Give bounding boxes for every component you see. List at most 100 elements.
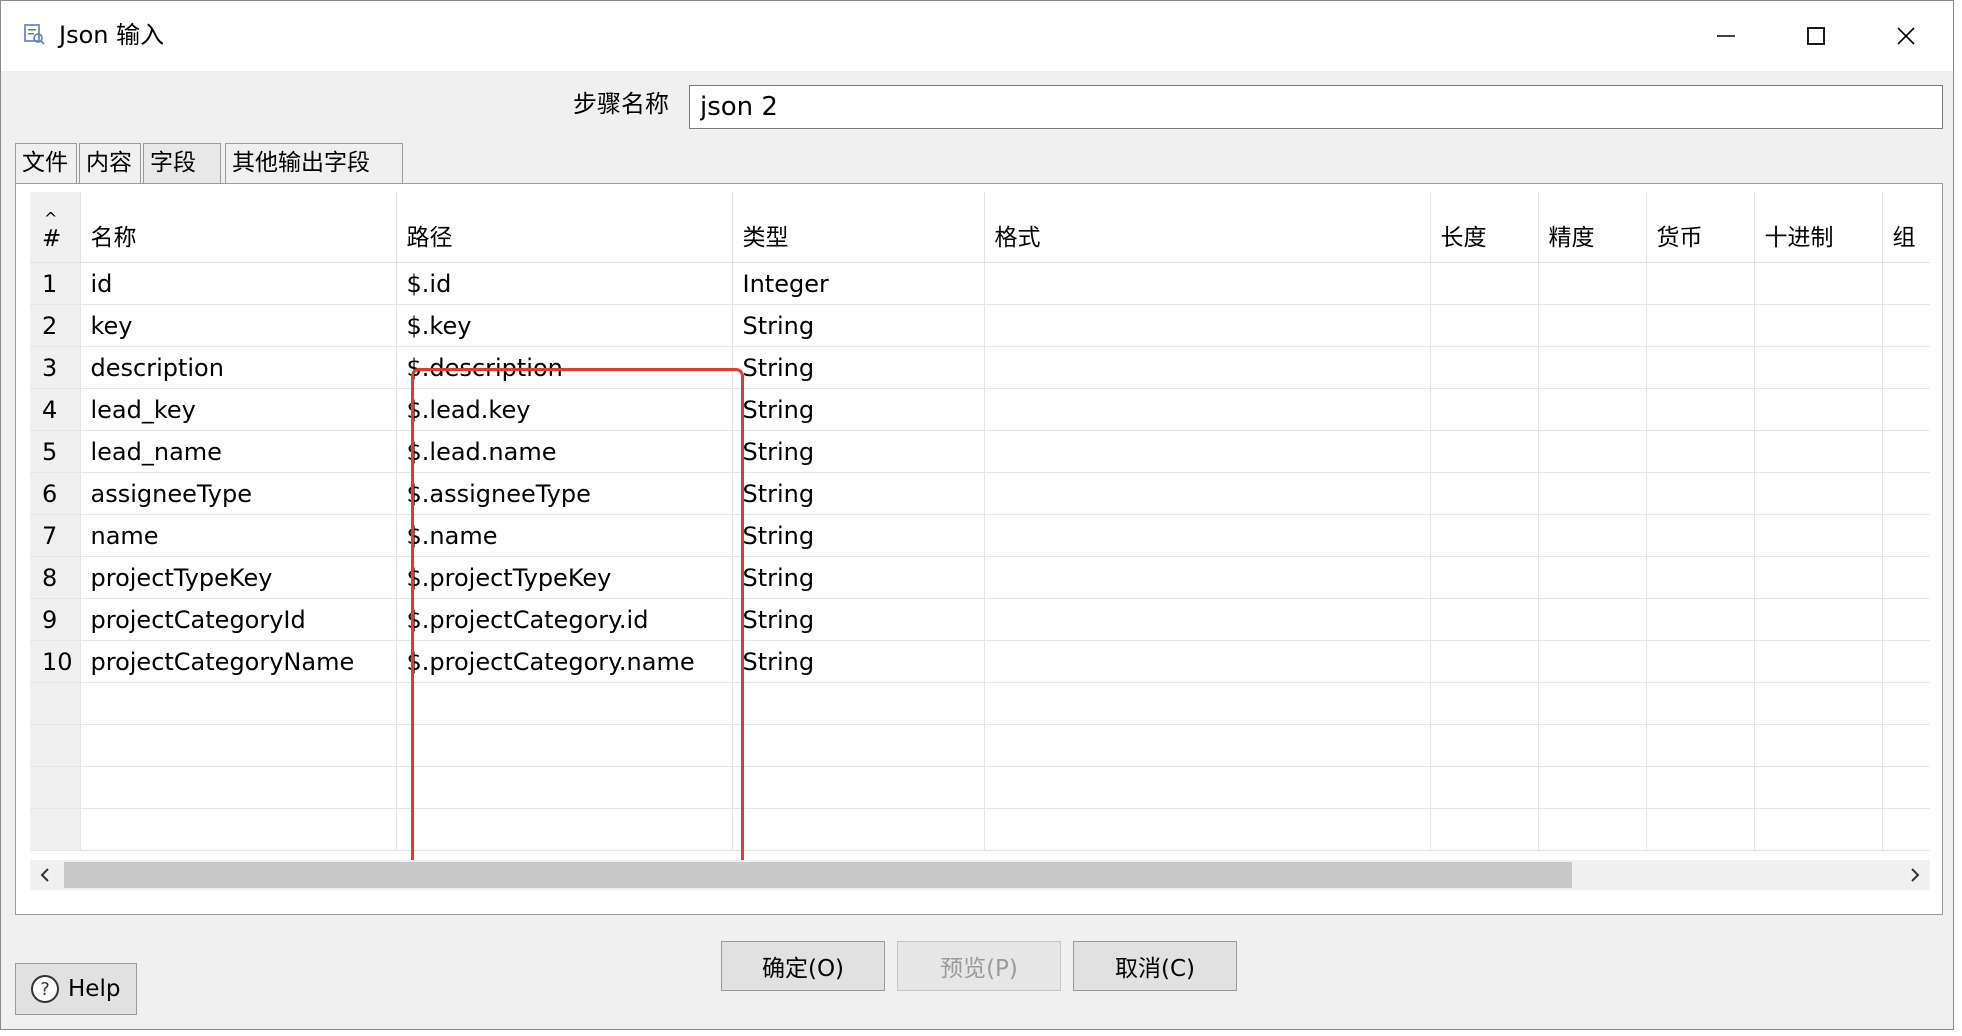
field-format-cell[interactable] (984, 304, 1431, 347)
field-currency-cell[interactable] (1646, 262, 1755, 305)
field-currency-cell[interactable] (1646, 472, 1755, 515)
field-type-cell[interactable]: String (732, 472, 985, 515)
field-path-cell[interactable]: $.description (396, 346, 733, 389)
help-button[interactable]: ? Help (15, 963, 137, 1015)
field-name-cell[interactable]: projectTypeKey (80, 556, 397, 599)
scroll-left-button[interactable] (30, 860, 60, 890)
column-header-currency[interactable]: 货币 (1646, 192, 1755, 263)
column-header-format[interactable]: 格式 (984, 192, 1431, 263)
field-currency-cell[interactable] (1646, 640, 1755, 683)
field-group-cell[interactable] (1882, 262, 1930, 305)
field-currency-cell[interactable] (1646, 346, 1755, 389)
field-precision-cell[interactable] (1538, 556, 1647, 599)
field-decimal-cell[interactable] (1754, 304, 1883, 347)
field-currency-cell[interactable] (1646, 430, 1755, 473)
field-precision-cell[interactable] (1538, 262, 1647, 305)
field-precision-cell[interactable] (1538, 514, 1647, 557)
maximize-button[interactable] (1771, 1, 1861, 71)
field-currency-cell[interactable] (1646, 556, 1755, 599)
field-group-cell[interactable] (1882, 388, 1930, 431)
column-header-path[interactable]: 路径 (396, 192, 733, 263)
field-length-cell[interactable] (1430, 388, 1539, 431)
field-precision-cell[interactable] (1538, 640, 1647, 683)
tab-file[interactable]: 文件 (15, 143, 77, 183)
field-format-cell[interactable] (984, 388, 1431, 431)
field-decimal-cell[interactable] (1754, 262, 1883, 305)
field-type-cell[interactable]: Integer (732, 262, 985, 305)
field-path-cell[interactable]: $.name (396, 514, 733, 557)
field-length-cell[interactable] (1430, 640, 1539, 683)
field-length-cell[interactable] (1430, 598, 1539, 641)
field-decimal-cell[interactable] (1754, 472, 1883, 515)
field-format-cell[interactable] (984, 514, 1431, 557)
table-row[interactable]: 10 projectCategoryName $.projectCategory.n… (30, 640, 1930, 683)
empty-table-row[interactable] (30, 808, 1930, 851)
table-row[interactable]: 8 projectTypeKey $.projectTypeKey String (30, 556, 1930, 599)
field-currency-cell[interactable] (1646, 388, 1755, 431)
field-path-cell[interactable]: $.key (396, 304, 733, 347)
field-type-cell[interactable]: String (732, 388, 985, 431)
field-length-cell[interactable] (1430, 472, 1539, 515)
field-format-cell[interactable] (984, 556, 1431, 599)
field-path-cell[interactable]: $.projectCategory.id (396, 598, 733, 641)
ok-button[interactable]: 确定(O) (721, 941, 885, 991)
empty-table-row[interactable] (30, 724, 1930, 767)
tab-other-output-fields[interactable]: 其他输出字段 (225, 143, 403, 183)
field-path-cell[interactable]: $.lead.key (396, 388, 733, 431)
tab-fields[interactable]: 字段 (143, 143, 221, 183)
field-precision-cell[interactable] (1538, 472, 1647, 515)
column-header-name[interactable]: 名称 (80, 192, 397, 263)
empty-table-row[interactable] (30, 682, 1930, 725)
field-name-cell[interactable]: description (80, 346, 397, 389)
field-format-cell[interactable] (984, 472, 1431, 515)
table-row[interactable]: 7 name $.name String (30, 514, 1930, 557)
scrollbar-thumb[interactable] (64, 862, 1572, 888)
field-group-cell[interactable] (1882, 304, 1930, 347)
field-decimal-cell[interactable] (1754, 598, 1883, 641)
field-precision-cell[interactable] (1538, 304, 1647, 347)
field-format-cell[interactable] (984, 640, 1431, 683)
field-decimal-cell[interactable] (1754, 556, 1883, 599)
cancel-button[interactable]: 取消(C) (1073, 941, 1237, 991)
field-type-cell[interactable]: String (732, 346, 985, 389)
field-length-cell[interactable] (1430, 262, 1539, 305)
field-group-cell[interactable] (1882, 346, 1930, 389)
field-group-cell[interactable] (1882, 472, 1930, 515)
field-length-cell[interactable] (1430, 556, 1539, 599)
field-decimal-cell[interactable] (1754, 430, 1883, 473)
field-name-cell[interactable]: projectCategoryId (80, 598, 397, 641)
field-type-cell[interactable]: String (732, 430, 985, 473)
field-group-cell[interactable] (1882, 556, 1930, 599)
column-header-length[interactable]: 长度 (1430, 192, 1539, 263)
field-length-cell[interactable] (1430, 346, 1539, 389)
field-path-cell[interactable]: $.lead.name (396, 430, 733, 473)
field-name-cell[interactable]: lead_name (80, 430, 397, 473)
table-row[interactable]: 6 assigneeType $.assigneeType String (30, 472, 1930, 515)
field-name-cell[interactable]: key (80, 304, 397, 347)
field-type-cell[interactable]: String (732, 304, 985, 347)
table-row[interactable]: 4 lead_key $.lead.key String (30, 388, 1930, 431)
field-name-cell[interactable]: projectCategoryName (80, 640, 397, 683)
column-header-precision[interactable]: 精度 (1538, 192, 1647, 263)
field-currency-cell[interactable] (1646, 514, 1755, 557)
column-header-group[interactable]: 组 (1882, 192, 1930, 263)
table-row[interactable]: 3 description $.description String (30, 346, 1930, 389)
table-row[interactable]: 5 lead_name $.lead.name String (30, 430, 1930, 473)
field-type-cell[interactable]: String (732, 514, 985, 557)
tab-content[interactable]: 内容 (79, 143, 141, 183)
table-row[interactable]: 2 key $.key String (30, 304, 1930, 347)
field-path-cell[interactable]: $.assigneeType (396, 472, 733, 515)
field-name-cell[interactable]: name (80, 514, 397, 557)
field-group-cell[interactable] (1882, 514, 1930, 557)
field-length-cell[interactable] (1430, 514, 1539, 557)
field-length-cell[interactable] (1430, 304, 1539, 347)
field-group-cell[interactable] (1882, 430, 1930, 473)
close-button[interactable] (1861, 1, 1951, 71)
field-length-cell[interactable] (1430, 430, 1539, 473)
field-name-cell[interactable]: id (80, 262, 397, 305)
column-header-decimal[interactable]: 十进制 (1754, 192, 1883, 263)
field-format-cell[interactable] (984, 262, 1431, 305)
field-group-cell[interactable] (1882, 640, 1930, 683)
field-path-cell[interactable]: $.projectTypeKey (396, 556, 733, 599)
field-type-cell[interactable]: String (732, 640, 985, 683)
